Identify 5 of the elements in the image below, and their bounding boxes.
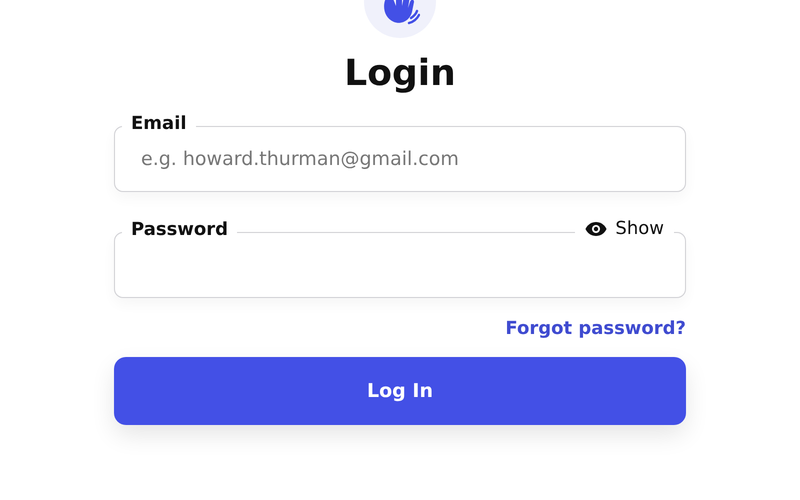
eye-icon (585, 222, 608, 236)
show-password-toggle[interactable]: Show (575, 218, 674, 239)
page-title: Login (344, 52, 456, 96)
forgot-password-link[interactable]: Forgot password? (505, 318, 686, 339)
login-button[interactable]: Log In (114, 357, 686, 425)
